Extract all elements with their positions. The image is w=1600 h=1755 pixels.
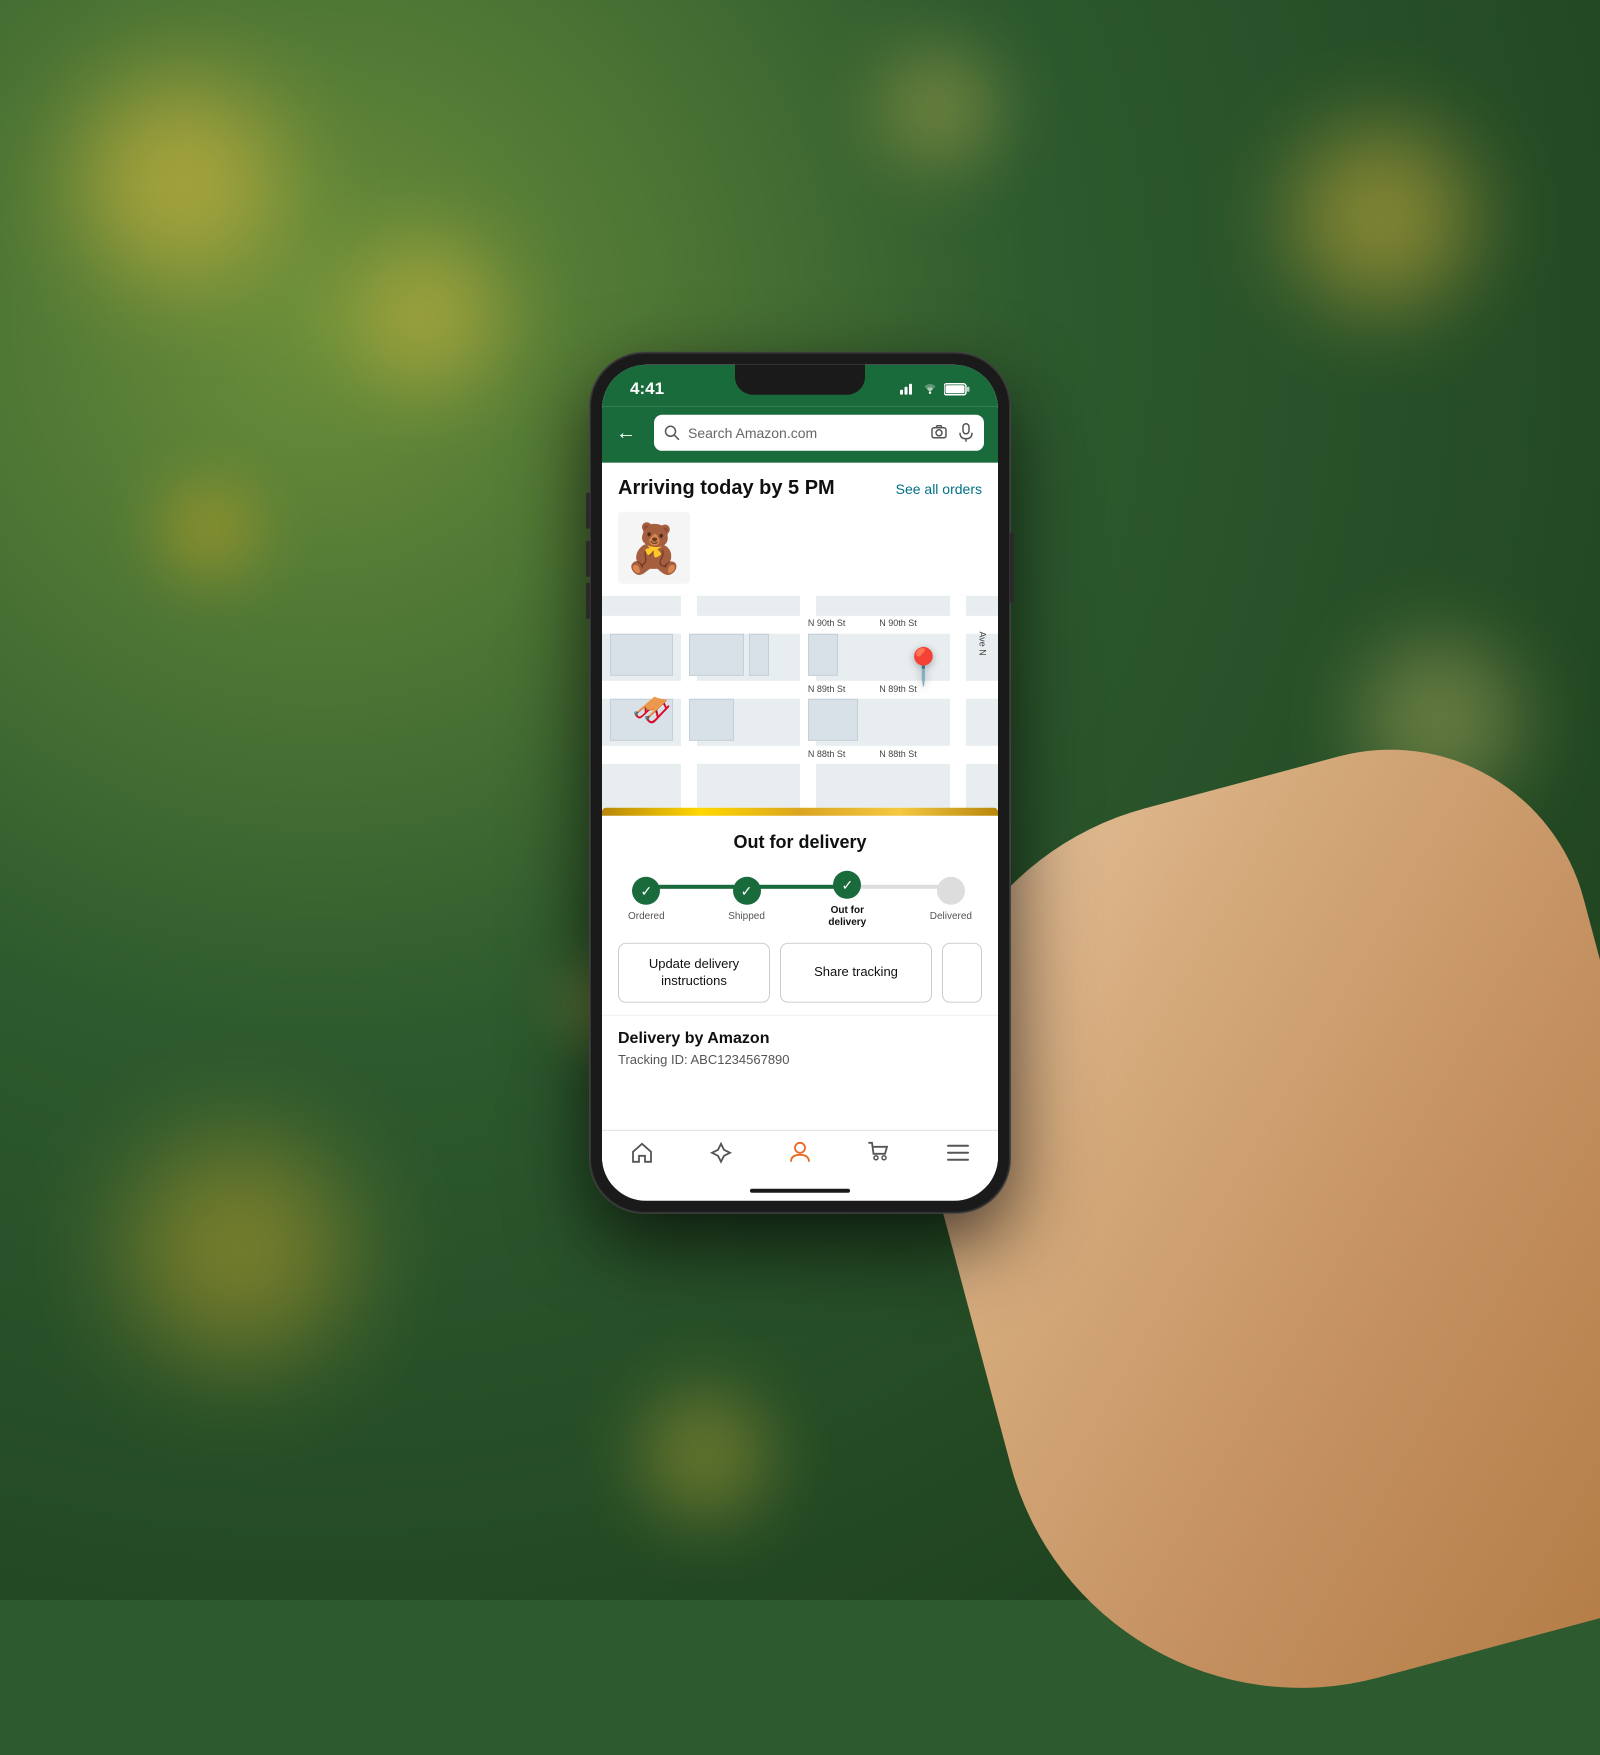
step-circle-shipped: ✓ [733,877,761,905]
status-icons [900,382,970,395]
delivery-info: Delivery by Amazon Tracking ID: ABC12345… [602,1015,998,1079]
status-time: 4:41 [630,379,664,399]
step-circle-out: ✓ [833,871,861,899]
street-label-2: N 90th St [879,618,917,628]
avenue-label: Ave N [977,631,987,655]
step-delivered: Delivered [930,877,972,923]
nav-home[interactable] [630,1142,654,1164]
product-image[interactable]: 🧸 [618,512,690,584]
step-out-for-delivery: ✓ Out fordelivery [828,871,866,929]
nav-explore[interactable] [709,1141,733,1165]
street-label-6: N 88th St [879,749,917,759]
step-label-delivered: Delivered [930,911,972,923]
step-label-shipped: Shipped [728,911,765,923]
see-all-orders-link[interactable]: See all orders [896,480,982,496]
signal-icon [900,383,916,395]
tracking-id: Tracking ID: ABC1234567890 [618,1052,982,1067]
account-icon [789,1141,811,1165]
more-button[interactable] [942,943,982,1003]
menu-icon [946,1144,970,1162]
delivery-by-label: Delivery by Amazon [618,1030,982,1048]
street-label-1: N 90th St [808,618,846,628]
action-buttons: Update delivery instructions Share track… [618,943,982,1003]
card-gold-strip [602,808,998,816]
delivery-vehicle: 🛷 [632,691,672,729]
search-icon [664,425,680,441]
explore-icon [709,1141,733,1165]
delivery-status-title: Out for delivery [618,832,982,853]
nav-account[interactable] [789,1141,811,1165]
main-content: Arriving today by 5 PM See all orders 🧸 [602,463,998,1130]
progress-line-bg [652,885,948,889]
delivery-pin: 📍 [901,646,946,688]
wifi-icon [922,383,938,395]
home-indicator [750,1189,850,1193]
app-header: ← Search Amazon.com [602,407,998,463]
nav-cart[interactable] [867,1141,891,1165]
cart-icon [867,1141,891,1165]
step-circle-delivered [937,877,965,905]
arriving-header: Arriving today by 5 PM See all orders [602,463,998,508]
battery-icon [944,382,970,395]
arriving-title: Arriving today by 5 PM [618,477,835,500]
street-label-3: N 89th St [808,684,846,694]
home-icon [630,1142,654,1164]
bottom-nav [602,1130,998,1185]
camera-icon[interactable] [930,423,948,441]
update-delivery-button[interactable]: Update delivery instructions [618,943,770,1003]
step-shipped: ✓ Shipped [728,877,765,923]
step-label-out: Out fordelivery [828,905,866,929]
back-button[interactable]: ← [616,421,636,444]
share-tracking-button[interactable]: Share tracking [780,943,932,1003]
map-area: N 90th St N 90th St N 89th St N 89th St … [602,596,998,816]
search-bar[interactable]: Search Amazon.com [654,415,984,451]
delivery-card: Out for delivery ✓ Ordered [602,808,998,1079]
nav-menu[interactable] [946,1144,970,1162]
progress-track: ✓ Ordered ✓ Shipped ✓ Out fordelivery [618,871,982,929]
product-section: 🧸 [602,508,998,596]
search-input[interactable]: Search Amazon.com [688,425,922,441]
mic-icon[interactable] [958,423,974,443]
step-ordered: ✓ Ordered [628,877,665,923]
street-label-5: N 88th St [808,749,846,759]
step-label-ordered: Ordered [628,911,665,923]
step-circle-ordered: ✓ [632,877,660,905]
